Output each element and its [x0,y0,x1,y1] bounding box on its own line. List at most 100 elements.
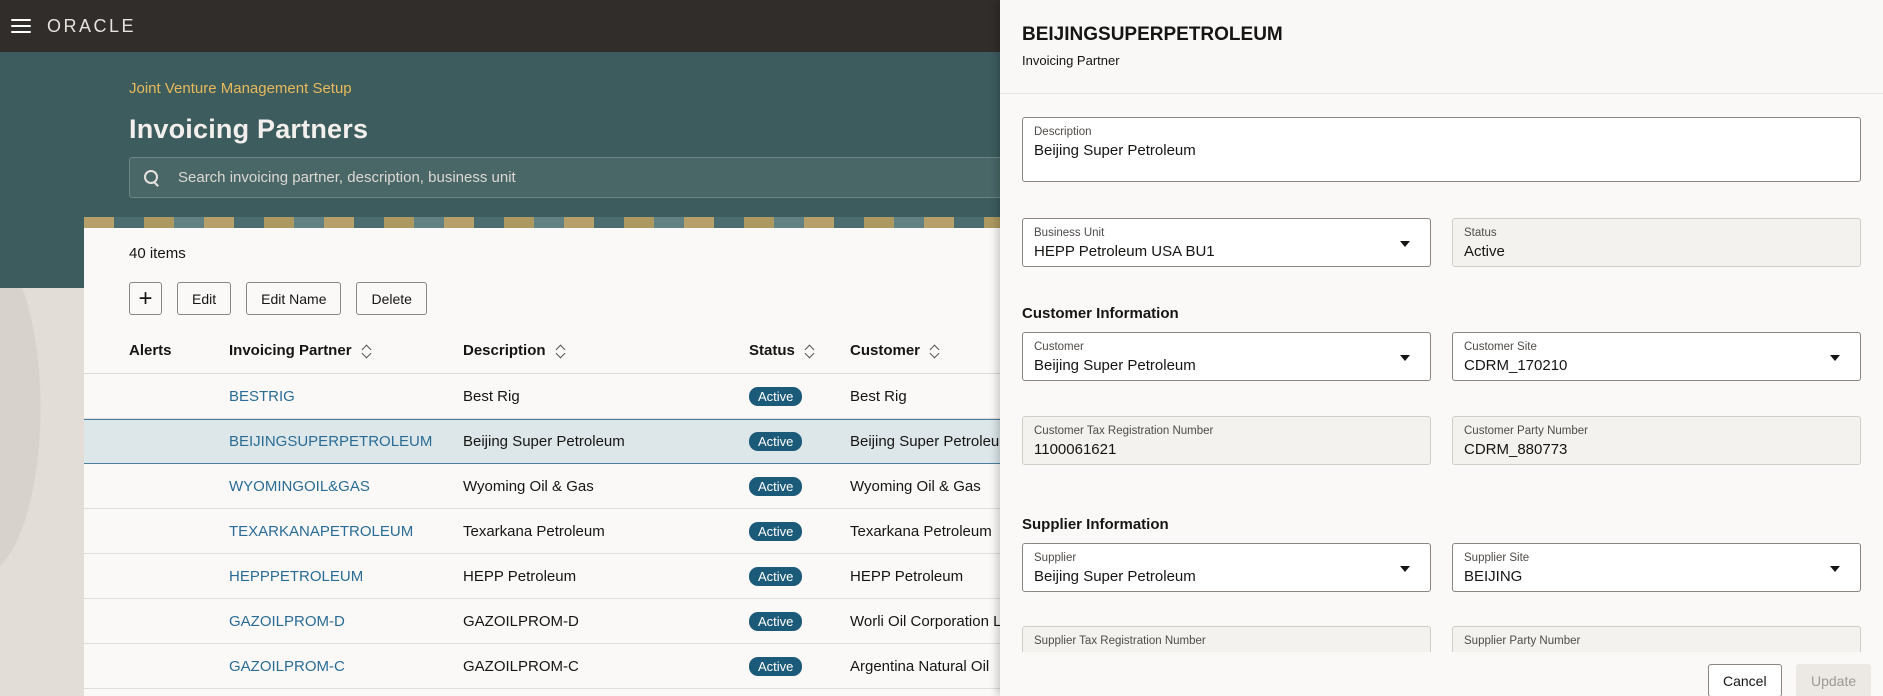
edit-name-button[interactable]: Edit Name [246,282,342,315]
customer-tax-value: 1100061621 [1034,441,1117,458]
row-customer: Texarkana Petroleum [850,522,992,540]
row-customer: Beijing Super Petroleum [850,433,1012,450]
supplier-site-select[interactable]: Supplier Site BEIJING [1452,543,1861,592]
row-description: Beijing Super Petroleum [463,433,625,450]
chevron-down-icon[interactable] [1830,566,1840,572]
chevron-down-icon[interactable] [1830,355,1840,361]
sort-icon[interactable] [556,344,566,358]
row-description: HEPP Petroleum [463,567,577,585]
status-badge: Active [749,476,803,496]
status-badge: Active [749,521,803,541]
page-title: Invoicing Partners [129,114,369,144]
status-badge: Active [749,656,803,676]
status-badge: Active [749,432,803,451]
drawer-title: BEIJINGSUPERPETROLEUM [1022,24,1283,45]
table-row[interactable]: HEPPPETROLEUM HEPP Petroleum Active HEPP… [84,554,1004,599]
breadcrumb[interactable]: Joint Venture Management Setup [129,80,352,97]
row-partner-link[interactable]: GAZOILPROM-C [229,658,463,675]
decorative-background [0,288,84,696]
menu-icon[interactable] [11,19,31,33]
table-row[interactable]: BESTRIG Best Rig Active Best Rig [84,374,1004,419]
row-customer: Best Rig [850,387,907,405]
column-alerts: Alerts [129,342,172,359]
chevron-down-icon[interactable] [1400,355,1410,361]
customer-site-label: Customer Site [1464,341,1537,353]
drawer-subtitle: Invoicing Partner [1022,53,1120,68]
business-unit-value: HEPP Petroleum USA BU1 [1034,243,1215,260]
edit-partner-drawer: BEIJINGSUPERPETROLEUM Invoicing Partner … [1000,0,1883,696]
business-unit-label: Business Unit [1034,227,1105,239]
column-description[interactable]: Description [463,342,749,359]
customer-tax-label: Customer Tax Registration Number [1034,425,1214,437]
column-status[interactable]: Status [749,342,850,359]
supplier-tax-label: Supplier Tax Registration Number [1034,635,1206,647]
customer-party-value: CDRM_880773 [1464,441,1568,458]
row-partner-link[interactable]: BEIJINGSUPERPETROLEUM [229,433,463,450]
search-input[interactable] [178,169,1008,186]
edit-button[interactable]: Edit [177,282,232,315]
sort-icon[interactable] [930,344,940,358]
customer-information-heading: Customer Information [1022,305,1179,322]
status-label: Status [1464,227,1497,239]
app-header: ORACLE [0,0,1000,52]
row-description: GAZOILPROM-D [463,612,579,630]
row-description: Texarkana Petroleum [463,522,605,540]
table-row[interactable]: WYOMINGOIL&GAS Wyoming Oil & Gas Active … [84,464,1004,509]
supplier-label: Supplier [1034,552,1077,564]
row-partner-link[interactable]: WYOMINGOIL&GAS [229,478,463,495]
description-value[interactable]: Beijing Super Petroleum [1034,142,1196,159]
table-row[interactable]: BEIJINGSUPERPETROLEUM Beijing Super Petr… [84,419,1012,464]
update-button[interactable]: Update [1796,664,1872,696]
customer-label: Customer [1034,341,1084,353]
cancel-button[interactable]: Cancel [1708,664,1782,696]
list-toolbar: + Edit Edit Name Delete [129,282,427,315]
supplier-party-label: Supplier Party Number [1464,635,1581,647]
column-customer[interactable]: Customer [850,342,1004,359]
description-field[interactable]: Description Beijing Super Petroleum [1022,117,1861,182]
table-header: Alerts Invoicing Partner Description Sta… [84,328,1004,374]
item-count: 40 items [129,245,186,262]
status-badge: Active [749,386,803,406]
status-field: Status Active [1452,218,1861,267]
chevron-down-icon[interactable] [1400,566,1410,572]
supplier-information-heading: Supplier Information [1022,516,1169,533]
invoicing-partners-list: 40 items + Edit Edit Name Delete Alerts … [84,228,1014,696]
customer-party-label: Customer Party Number [1464,425,1588,437]
table-row[interactable]: TEXARKANAPETROLEUM Texarkana Petroleum A… [84,509,1004,554]
customer-site-select[interactable]: Customer Site CDRM_170210 [1452,332,1861,381]
row-partner-link[interactable]: BESTRIG [229,388,463,405]
supplier-value: Beijing Super Petroleum [1034,568,1196,585]
customer-value: Beijing Super Petroleum [1034,357,1196,374]
row-customer: Argentina Natural Oil [850,657,990,675]
supplier-site-value: BEIJING [1464,568,1523,585]
customer-site-value: CDRM_170210 [1464,357,1568,374]
customer-party-number-field: Customer Party Number CDRM_880773 [1452,416,1861,465]
drawer-footer: Cancel Update [1000,652,1883,696]
delete-button[interactable]: Delete [356,282,427,315]
row-description: GAZOILPROM-C [463,657,579,675]
row-partner-link[interactable]: GAZOILPROM-D [229,613,463,630]
status-badge: Active [749,566,803,586]
supplier-select[interactable]: Supplier Beijing Super Petroleum [1022,543,1431,592]
column-invoicing-partner[interactable]: Invoicing Partner [229,342,463,359]
customer-select[interactable]: Customer Beijing Super Petroleum [1022,332,1431,381]
row-customer: HEPP Petroleum [850,567,964,585]
row-customer: Wyoming Oil & Gas [850,477,981,495]
row-customer: Worli Oil Corporation Ltd [850,612,1014,630]
business-unit-select[interactable]: Business Unit HEPP Petroleum USA BU1 [1022,218,1431,267]
status-value: Active [1464,243,1505,260]
add-button[interactable]: + [129,282,162,315]
chevron-down-icon[interactable] [1400,241,1410,247]
row-partner-link[interactable]: HEPPPETROLEUM [229,568,463,585]
row-description: Best Rig [463,387,520,405]
row-description: Wyoming Oil & Gas [463,477,594,495]
table-row[interactable]: GAZOILPROM-D GAZOILPROM-D Active Worli O… [84,599,1014,644]
search-bar[interactable] [129,157,1009,198]
partners-table: Alerts Invoicing Partner Description Sta… [84,328,1014,689]
customer-tax-registration-field: Customer Tax Registration Number 1100061… [1022,416,1431,465]
sort-icon[interactable] [362,344,372,358]
status-badge: Active [749,611,803,631]
sort-icon[interactable] [805,344,815,358]
row-partner-link[interactable]: TEXARKANAPETROLEUM [229,523,463,540]
table-row[interactable]: GAZOILPROM-C GAZOILPROM-C Active Argenti… [84,644,1004,689]
